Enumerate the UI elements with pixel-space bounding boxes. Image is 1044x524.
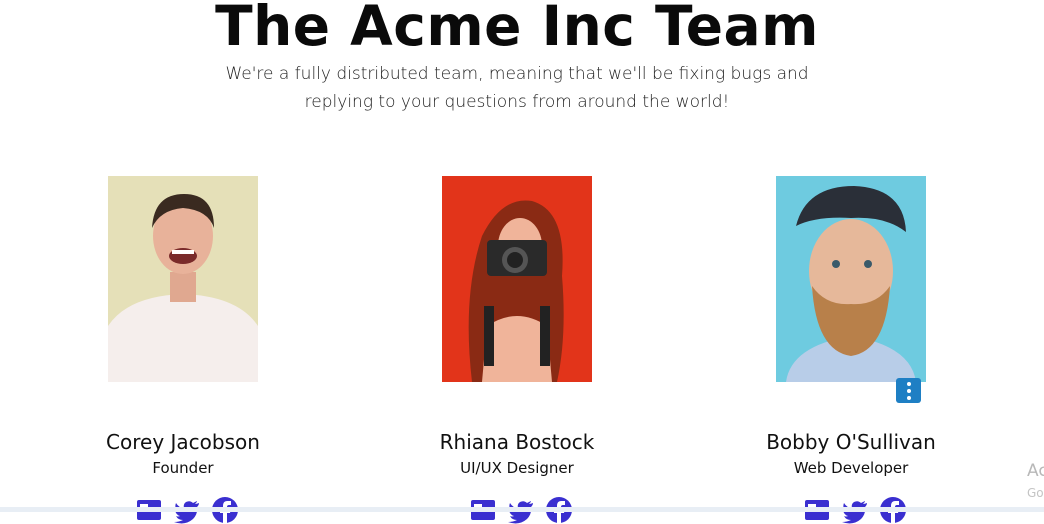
dot-icon — [906, 388, 911, 393]
photo-corey-jacobson — [108, 176, 258, 382]
member-role: Founder — [152, 459, 214, 477]
bottom-bar — [0, 507, 1044, 512]
more-options-button[interactable] — [896, 378, 921, 403]
social-links — [795, 496, 915, 524]
member-role: Web Developer — [793, 459, 909, 477]
dot-icon — [906, 395, 911, 400]
social-links — [127, 496, 247, 524]
member-role: UI/UX Designer — [460, 459, 574, 477]
member-name: Rhiana Bostock — [439, 430, 595, 454]
social-links — [461, 496, 581, 524]
corner-line-2: Go — [1027, 486, 1044, 500]
member-name: Bobby O'Sullivan — [766, 430, 936, 454]
page-subtitle: We're a fully distributed team, meaning … — [225, 64, 809, 112]
page-title: The Acme Inc Team — [215, 0, 819, 58]
corner-overlay-text: Ac Go — [1027, 460, 1044, 504]
corner-line-1: Ac — [1027, 461, 1044, 481]
photo-rhiana-bostock — [442, 176, 592, 382]
member-name: Corey Jacobson — [106, 430, 260, 454]
photo-bobby-osullivan — [776, 176, 926, 382]
dot-icon — [906, 381, 911, 386]
